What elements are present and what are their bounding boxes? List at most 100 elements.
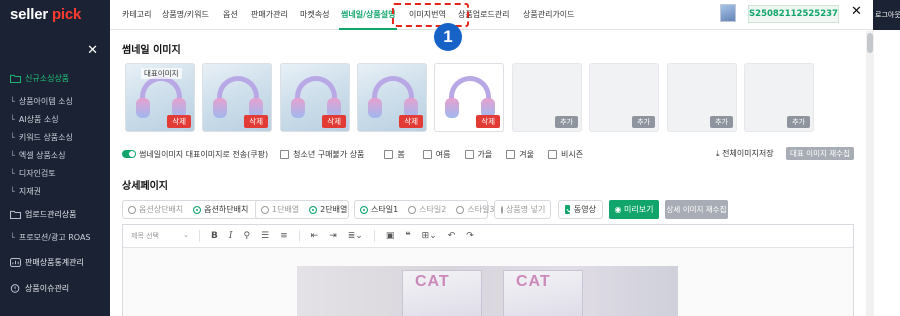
editor-body[interactable]: CAT CAT xyxy=(123,248,853,316)
thumbnail-slot[interactable]: 대표이미지 삭제 xyxy=(125,63,195,132)
tab-management-guide[interactable]: 상품관리가이드 xyxy=(523,0,575,30)
tab-category[interactable]: 카테고리 xyxy=(122,0,151,30)
thumbnail-options-row: 썸네일이미지 대표이미지로 전송(쿠팡) 청소년 구매불가 상품 봄 여름 가을… xyxy=(122,148,583,160)
redo-icon[interactable]: ↷ xyxy=(466,231,474,241)
tab-options[interactable]: 옵션 xyxy=(223,0,238,30)
option-bottom-radio[interactable]: 옵션하단배치 xyxy=(188,204,253,215)
main-scrollbar[interactable] xyxy=(866,31,874,316)
video-option[interactable]: 동영상 xyxy=(558,200,603,219)
alert-circle-icon xyxy=(10,283,20,293)
italic-icon[interactable]: I xyxy=(229,231,233,241)
sidebar-section-issue-management[interactable]: 상품이슈관리 xyxy=(0,280,110,296)
product-box-image: CAT xyxy=(503,270,583,316)
chevron-down-icon: ⌄ xyxy=(183,231,189,239)
sidebar: seller pick ✕ 신규소싱상품 └ 상품아이템 소싱 └ AI상품 소싱 … xyxy=(0,0,110,316)
download-icon: ⤓ xyxy=(716,149,720,158)
delete-button[interactable]: 삭제 xyxy=(244,115,268,128)
save-all-images-link[interactable]: ⤓ 전체이미지저장 xyxy=(716,148,774,159)
thumbnail-empty-slot[interactable]: 추가 xyxy=(744,63,814,132)
sidebar-item-design-review[interactable]: └ 디자인검토 xyxy=(0,164,110,182)
product-detail-image: CAT CAT xyxy=(297,266,678,316)
style-2-radio[interactable]: 스타일2 xyxy=(403,204,451,215)
delete-button[interactable]: 삭제 xyxy=(476,115,500,128)
send-thumbnail-toggle[interactable] xyxy=(122,150,136,158)
thumbnail-empty-slot[interactable]: 추가 xyxy=(512,63,582,132)
sidebar-close-icon[interactable]: ✕ xyxy=(87,44,98,57)
brand-logo[interactable]: seller pick xyxy=(0,0,110,30)
detail-section-title: 상세페이지 xyxy=(122,181,168,192)
column-2-radio[interactable]: 2단배열 xyxy=(304,204,352,215)
youth-restricted-checkbox[interactable] xyxy=(280,149,290,159)
sidebar-item-keyword-sourcing[interactable]: └ 키워드 상품소싱 xyxy=(0,128,110,146)
sidebar-menu: 신규소싱상품 └ 상품아이템 소싱 └ AI상품 소싱 └ 키워드 상품소싱 └ 엑셀 … xyxy=(0,70,110,296)
style-options-group: 스타일1 스타일2 스타일3 xyxy=(354,200,495,219)
sidebar-item-promo-roas[interactable]: └ 프로모션/광고 ROAS xyxy=(0,228,110,246)
sidebar-section-upload-management[interactable]: 업로드관리상품 xyxy=(0,206,110,222)
undo-icon[interactable]: ↶ xyxy=(448,231,456,241)
bullet-list-icon[interactable]: ☰ xyxy=(261,231,269,241)
link-icon[interactable]: ⚲ xyxy=(243,231,250,241)
delete-button[interactable]: 삭제 xyxy=(399,115,423,128)
thumbnail-slot[interactable]: 삭제 xyxy=(202,63,272,132)
tab-market-attributes[interactable]: 마켓속성 xyxy=(300,0,329,30)
sidebar-section-label: 신규소싱상품 xyxy=(25,73,70,83)
layout-options-group: 옵션상단배치 옵션하단배치 xyxy=(122,200,270,219)
preview-button[interactable]: ◉ 미리보기 xyxy=(609,200,659,219)
thumbnail-regen-button[interactable]: 대표 이미지 재수집 xyxy=(786,147,854,160)
tab-price-management[interactable]: 판매가관리 xyxy=(251,0,288,30)
indent-icon[interactable]: ⇥ xyxy=(329,231,337,241)
order-code-badge: S25082112525237 xyxy=(748,5,839,23)
thumbnail-empty-slot[interactable]: 추가 xyxy=(589,63,659,132)
thumbnail-slot[interactable]: 삭제 xyxy=(357,63,427,132)
eye-icon: ◉ xyxy=(614,205,622,214)
style-3-radio[interactable]: 스타일3 xyxy=(451,204,499,215)
branch-icon: └ xyxy=(10,232,15,242)
add-button[interactable]: 추가 xyxy=(787,116,810,128)
season-summer-checkbox[interactable] xyxy=(422,149,432,159)
outdent-icon[interactable]: ⇤ xyxy=(311,231,319,241)
thumbnail-slot[interactable]: 삭제 xyxy=(434,63,504,132)
add-button[interactable]: 추가 xyxy=(555,116,578,128)
step-badge: 1 xyxy=(434,23,462,51)
thumbnail-section-title: 썸네일 이미지 xyxy=(122,45,181,56)
tab-product-name-keyword[interactable]: 상품명/키워드 xyxy=(162,0,209,30)
branch-icon: └ xyxy=(10,150,15,160)
detail-regen-button[interactable]: 상세 이미지 재수집 xyxy=(665,200,728,219)
sidebar-item-item-sourcing[interactable]: └ 상품아이템 소싱 xyxy=(0,92,110,110)
thumbnail-empty-slot[interactable]: 추가 xyxy=(667,63,737,132)
align-icon[interactable]: ≣⌄ xyxy=(348,231,363,241)
season-winter-checkbox[interactable] xyxy=(506,149,516,159)
quote-icon[interactable]: ❝ xyxy=(405,231,410,241)
column-1-radio[interactable]: 1단배열 xyxy=(256,204,304,215)
add-button[interactable]: 추가 xyxy=(710,116,733,128)
season-spring-checkbox[interactable] xyxy=(384,149,394,159)
style-1-radio[interactable]: 스타일1 xyxy=(355,204,403,215)
add-button[interactable]: 추가 xyxy=(632,116,655,128)
bold-icon[interactable]: B xyxy=(211,231,218,241)
representative-label: 대표이미지 xyxy=(141,68,182,79)
season-none-checkbox[interactable] xyxy=(548,149,557,159)
scrollbar-thumb[interactable] xyxy=(867,33,873,53)
thumbnail-slot[interactable]: 삭제 xyxy=(280,63,350,132)
delete-button[interactable]: 삭제 xyxy=(167,115,191,128)
sidebar-section-sales-stats[interactable]: 판매상품통계관리 xyxy=(0,254,110,270)
tab-thumbnail-description[interactable]: 썸네일/상품설명 xyxy=(338,0,398,30)
column-options-group: 1단배열 2단배열 xyxy=(255,200,349,219)
delete-button[interactable]: 삭제 xyxy=(322,115,346,128)
image-icon[interactable]: ▣ xyxy=(386,231,395,241)
top-tab-bar: 카테고리 상품명/키워드 옵션 판매가관리 마켓속성 썸네일/상품설명 이미지번… xyxy=(110,0,900,30)
numbered-list-icon[interactable]: ≡ xyxy=(280,231,288,241)
season-autumn-checkbox[interactable] xyxy=(464,149,474,159)
close-icon[interactable]: ✕ xyxy=(851,5,862,18)
logout-button[interactable]: 로그아웃 xyxy=(873,0,900,30)
option-top-radio[interactable]: 옵션상단배치 xyxy=(123,204,188,215)
branch-icon: └ xyxy=(10,168,15,178)
sidebar-item-excel-sourcing[interactable]: └ 엑셀 상품소싱 xyxy=(0,146,110,164)
sidebar-section-new-sourcing[interactable]: 신규소싱상품 xyxy=(0,70,110,86)
add-product-name-option[interactable]: 상품명 넣기 xyxy=(494,200,551,219)
editor-toolbar: 제목 선택 ⌄ B I ⚲ ☰ ≡ ⇤ ⇥ ≣⌄ ▣ ❝ ⊞⌄ ↶ ↷ xyxy=(123,225,853,248)
table-icon[interactable]: ⊞⌄ xyxy=(422,231,437,241)
heading-select[interactable]: 제목 선택 ⌄ xyxy=(131,231,199,241)
sidebar-item-ai-sourcing[interactable]: └ AI상품 소싱 xyxy=(0,110,110,128)
sidebar-item-ip-rights[interactable]: └ 지재권 xyxy=(0,182,110,200)
